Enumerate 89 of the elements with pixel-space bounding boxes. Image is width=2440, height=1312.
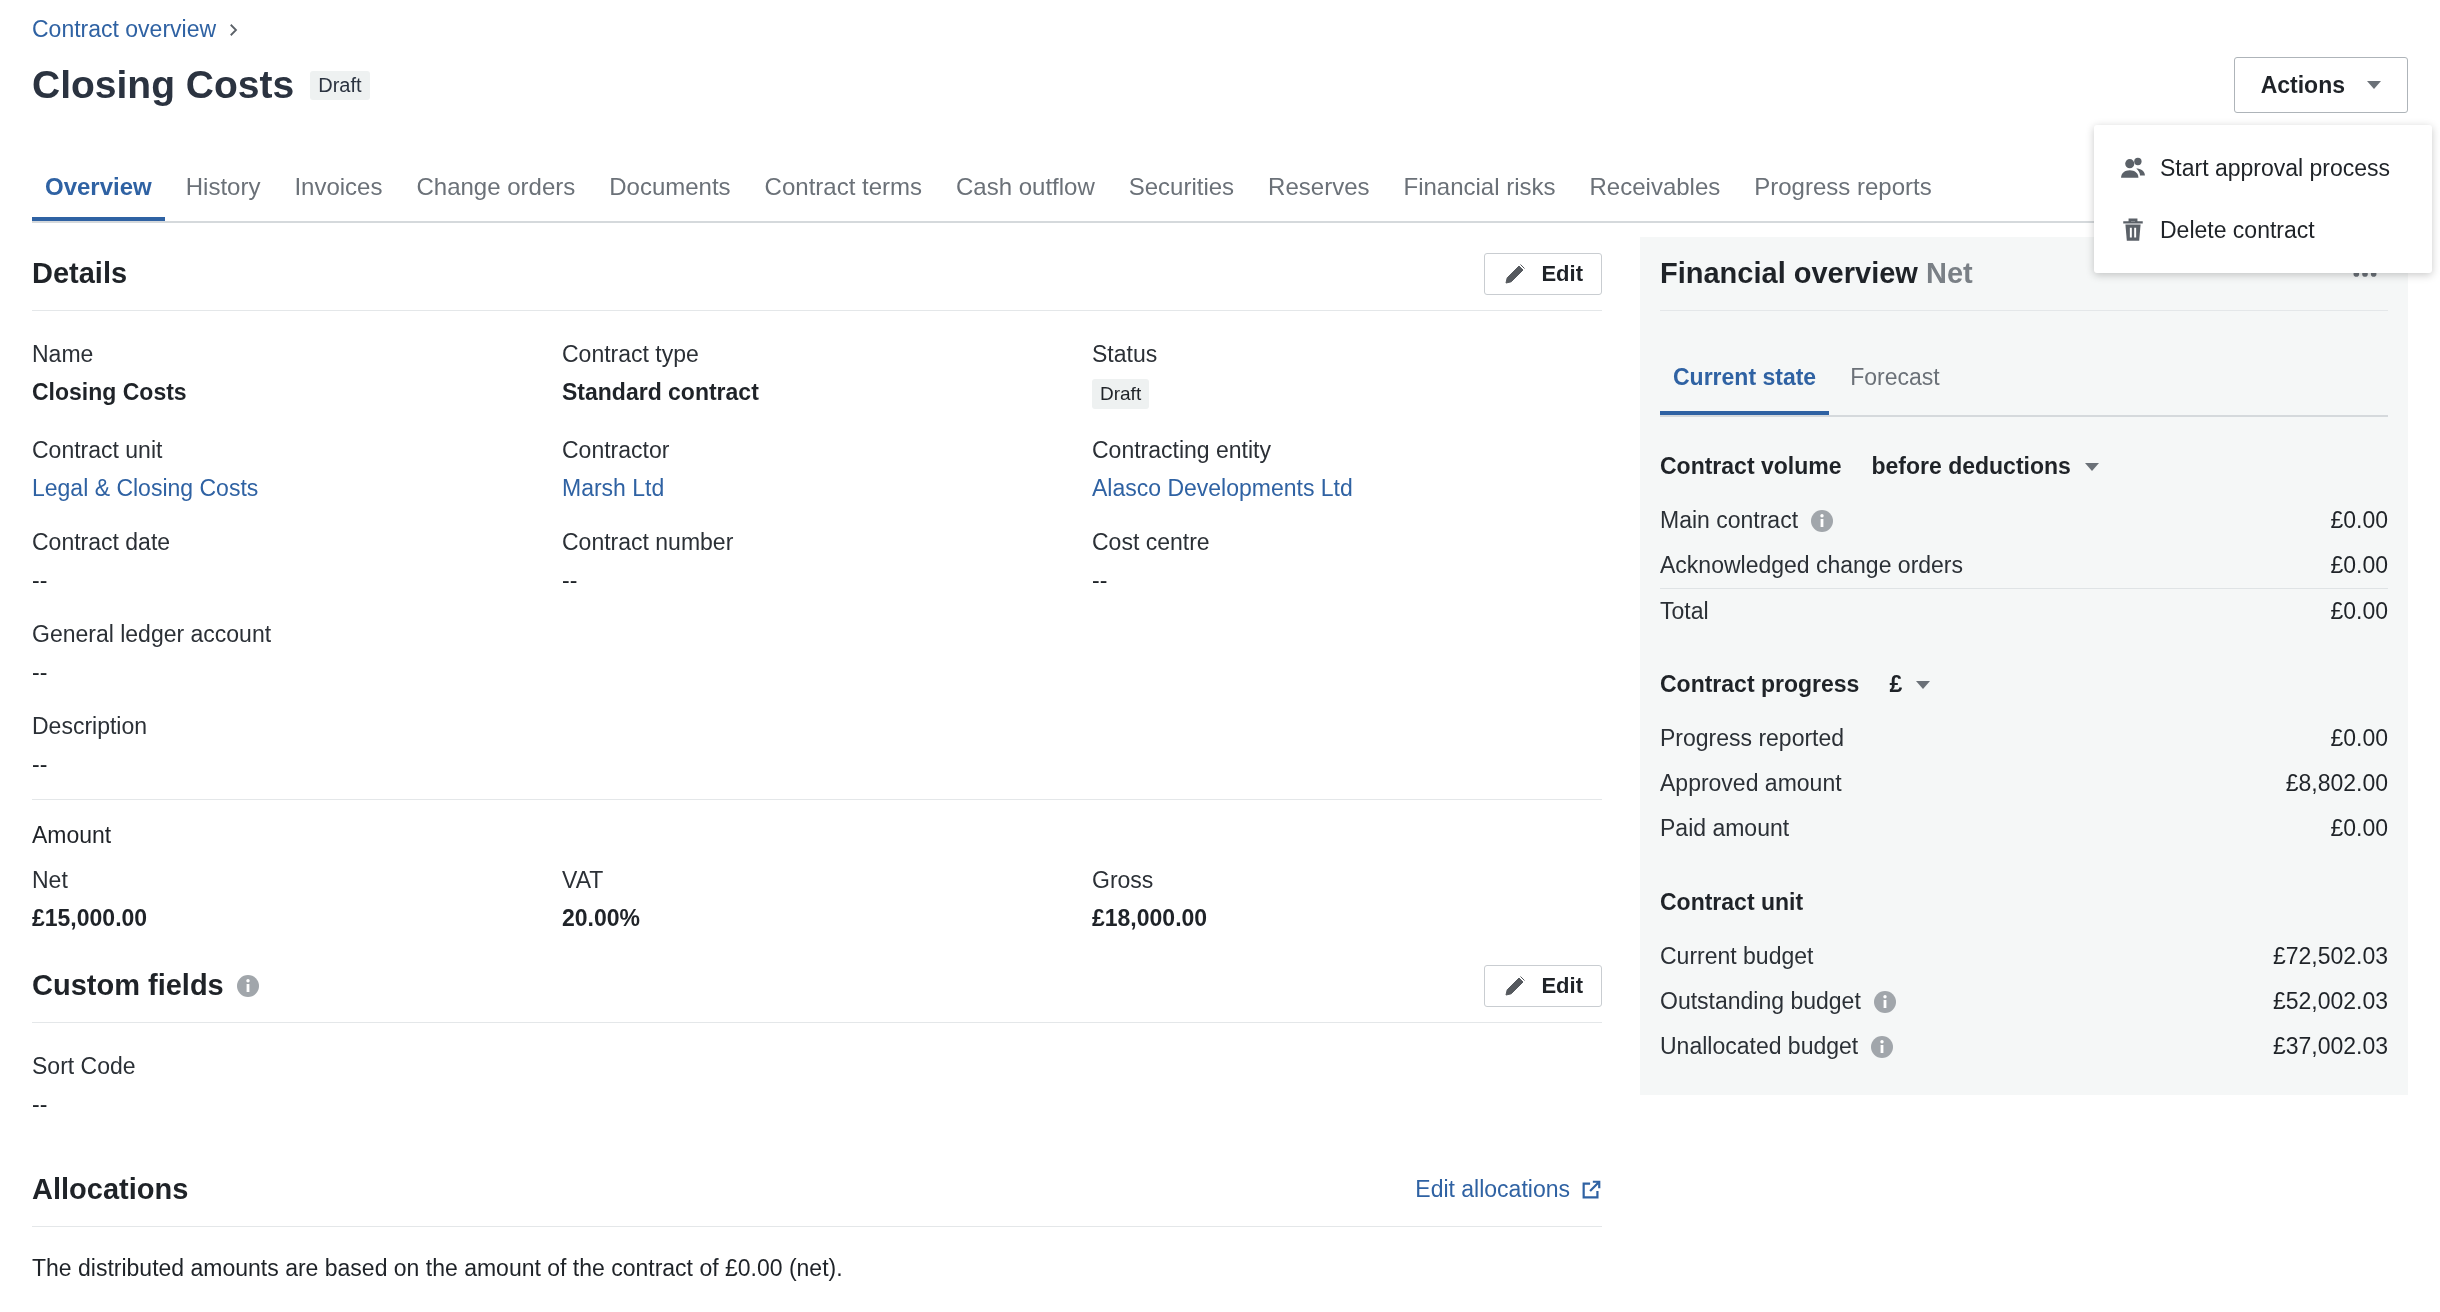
field-value: £18,000.00 (1092, 905, 1208, 931)
field-value: -- (32, 751, 48, 777)
row-value: £0.00 (2330, 725, 2388, 752)
tab[interactable]: Documents (596, 156, 744, 221)
field-label: Description (32, 713, 148, 739)
tab[interactable]: Securities (1115, 156, 1248, 221)
row-label: Approved amount (1660, 770, 1842, 797)
breadcrumb-link[interactable]: Contract overview (32, 16, 217, 43)
field-label: Name (32, 341, 94, 367)
field-label: Cost centre (1092, 529, 1210, 555)
field-label: VAT (562, 867, 604, 893)
people-icon (2120, 155, 2146, 181)
field-label: General ledger account (32, 621, 272, 647)
field-value: 20.00% (562, 905, 640, 931)
delete-icon (2120, 217, 2146, 243)
field-link[interactable]: Marsh Ltd (562, 475, 665, 501)
amount-heading: Amount (32, 822, 113, 849)
row-label: Progress reported (1660, 725, 1845, 752)
row-label: Outstanding budget (1660, 988, 1861, 1015)
row-label: Main contract (1660, 507, 1799, 534)
tab[interactable]: Forecast (1837, 343, 1953, 415)
status-badge: Draft (310, 70, 370, 100)
row-value: £0.00 (2330, 507, 2388, 534)
section-heading: Contract unit (1660, 889, 1804, 916)
menu-item[interactable]: Delete contract (2094, 199, 2432, 261)
caret-down-icon (1916, 680, 1931, 689)
field-label: Contract date (32, 529, 171, 555)
row-value: £0.00 (2330, 552, 2388, 579)
field-label: Contract number (562, 529, 734, 555)
row-label: Acknowledged change orders (1660, 552, 1964, 579)
dropdown[interactable]: £ (1889, 671, 1931, 698)
row-label: Unallocated budget (1660, 1033, 1859, 1060)
row-value: £0.00 (2330, 815, 2388, 842)
section-heading: Contract progress (1660, 671, 1860, 698)
row-value: £72,502.03 (2272, 943, 2388, 970)
status-badge: Draft (1092, 379, 1150, 409)
caret-down-icon (2084, 462, 2099, 471)
edit-button[interactable]: Edit (1484, 964, 1602, 1007)
section-heading: Contract volume (1660, 453, 1842, 480)
section-title: Allocations (32, 1173, 189, 1206)
field-value: -- (32, 1091, 48, 1117)
tab[interactable]: Reserves (1255, 156, 1383, 221)
row-value: £0.00 (2330, 597, 2388, 625)
field-value: -- (562, 567, 578, 593)
allocations-note: The distributed amounts are based on the amount of the contract of £0.00 (net). (32, 1255, 844, 1282)
row-value: £52,002.03 (2272, 988, 2388, 1015)
field-label: Contracting entity (1092, 437, 1271, 463)
panel-title: Financial overview Net (1660, 257, 1973, 290)
edit-allocations-link[interactable]: Edit allocations (1415, 1176, 1602, 1203)
tab[interactable]: Progress reports (1741, 156, 1945, 221)
external-link-icon (1580, 1178, 1602, 1201)
section-title: Details (32, 257, 128, 290)
row-label: Total (1660, 597, 1709, 625)
field-link[interactable]: Legal & Closing Costs (32, 475, 259, 501)
tab[interactable]: Financial risks (1390, 156, 1569, 221)
field-value: -- (32, 567, 48, 593)
tab[interactable]: Overview (32, 156, 165, 221)
field-label: Contract unit (32, 437, 163, 463)
tab[interactable]: Change orders (403, 156, 589, 221)
row-label: Current budget (1660, 943, 1814, 970)
tab[interactable]: Receivables (1576, 156, 1734, 221)
row-value: £37,002.03 (2272, 1033, 2388, 1060)
actions-button[interactable]: Actions (2233, 57, 2408, 113)
field-label: Sort Code (32, 1053, 136, 1079)
page-title: Closing Costs (32, 63, 295, 107)
tab[interactable]: History (172, 156, 274, 221)
field-value: £15,000.00 (32, 905, 148, 931)
section-title: Custom fields (32, 969, 224, 1002)
field-value: Closing Costs (32, 379, 187, 405)
edit-button[interactable]: Edit (1484, 252, 1602, 295)
field-label: Net (32, 867, 68, 893)
menu-item[interactable]: Start approval process (2094, 137, 2432, 199)
tab[interactable]: Current state (1660, 343, 1830, 415)
field-label: Contractor (562, 437, 670, 463)
field-value: Standard contract (562, 379, 759, 405)
dropdown[interactable]: before deductions (1871, 453, 2099, 480)
field-label: Gross (1092, 867, 1154, 893)
tab[interactable]: Cash outflow (943, 156, 1108, 221)
field-link[interactable]: Alasco Developments Ltd (1092, 475, 1353, 501)
field-value: -- (32, 659, 48, 685)
tab[interactable]: Invoices (281, 156, 396, 221)
field-value: -- (1092, 567, 1108, 593)
field-label: Contract type (562, 341, 699, 367)
field-label: Status (1092, 341, 1158, 367)
info-icon (235, 973, 260, 998)
tab[interactable]: Contract terms (751, 156, 935, 221)
caret-down-icon (2367, 81, 2381, 89)
row-label: Paid amount (1660, 815, 1790, 842)
row-value: £8,802.00 (2285, 770, 2388, 797)
